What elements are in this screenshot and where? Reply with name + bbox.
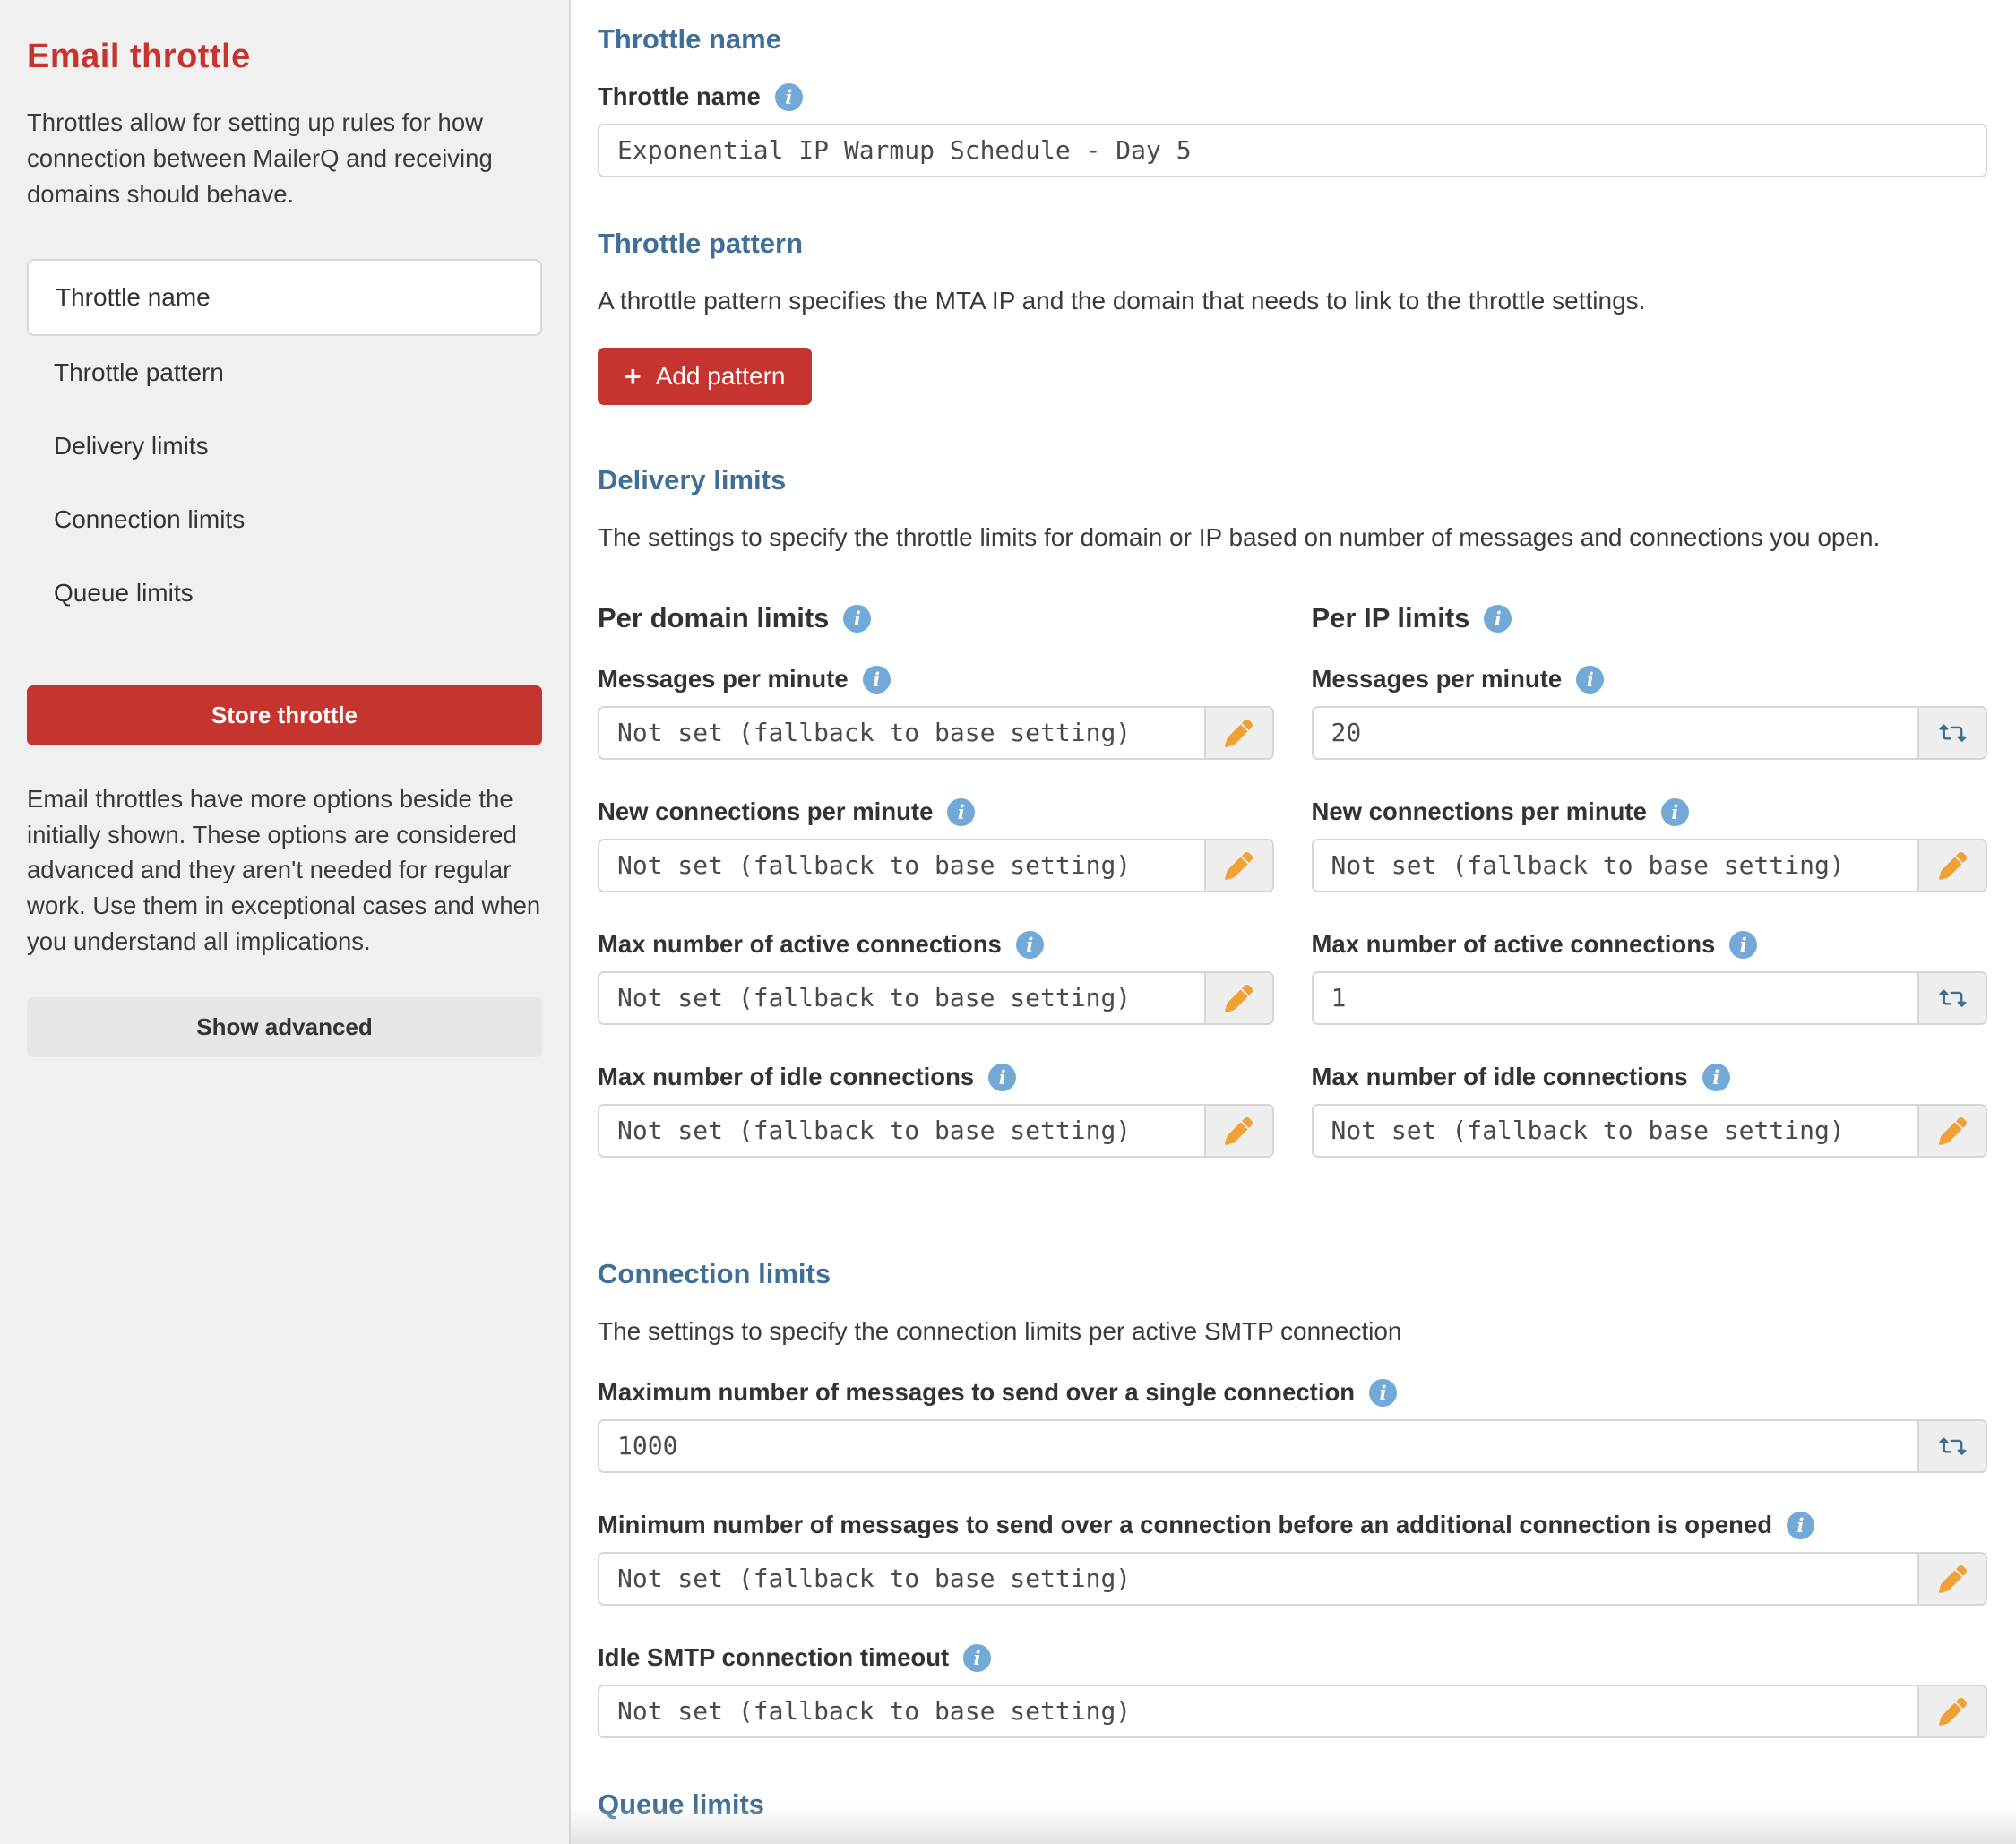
throttle-name-input[interactable] <box>599 125 1986 176</box>
info-icon[interactable]: i <box>774 82 803 111</box>
revert-icon[interactable] <box>1917 973 1986 1023</box>
field-label: Max number of active connections <box>598 930 1002 958</box>
edit-pencil-icon[interactable] <box>1917 1554 1986 1604</box>
per-domain-heading: Per domain limits <box>598 602 830 633</box>
sidebar-nav: Throttle name Throttle pattern Delivery … <box>27 258 542 630</box>
info-icon[interactable]: i <box>1369 1378 1398 1407</box>
field-value: Not set (fallback to base setting) <box>599 840 1204 891</box>
field-label: Messages per minute <box>1311 665 1563 693</box>
per-ip-heading: Per IP limits <box>1311 602 1470 633</box>
field-value[interactable]: 1000 <box>599 1421 1917 1471</box>
sidebar-description: Throttles allow for setting up rules for… <box>27 108 493 208</box>
info-icon[interactable]: i <box>1660 797 1689 826</box>
page-title: Email throttle <box>27 38 251 75</box>
field-value: Not set (fallback to base setting) <box>1313 1106 1917 1156</box>
info-icon[interactable]: i <box>1015 930 1044 959</box>
field-value[interactable]: 1 <box>1313 973 1917 1023</box>
per-ip-column: Per IP limits i Messages per minute i 20 <box>1311 602 1987 1195</box>
add-pattern-button[interactable]: + Add pattern <box>598 348 813 405</box>
info-icon[interactable]: i <box>1576 665 1605 694</box>
store-throttle-button[interactable]: Store throttle <box>27 685 542 745</box>
revert-icon[interactable] <box>1917 708 1986 758</box>
field-ip-max-active-connections: Max number of active connections i 1 <box>1311 930 1987 1025</box>
edit-pencil-icon[interactable] <box>1917 1106 1986 1156</box>
sidebar: Email throttle Throttles allow for setti… <box>0 0 571 1844</box>
edit-pencil-icon[interactable] <box>1917 840 1986 891</box>
main-content: Throttle name Throttle name i Throttle p… <box>571 0 2016 1844</box>
field-value: Not set (fallback to base setting) <box>599 1554 1917 1604</box>
field-domain-messages-per-minute: Messages per minute i Not set (fallback … <box>598 665 1274 760</box>
field-max-messages-single-connection: Maximum number of messages to send over … <box>598 1378 1987 1473</box>
field-domain-new-connections-per-minute: New connections per minute i Not set (fa… <box>598 797 1274 892</box>
field-label: Idle SMTP connection timeout <box>598 1643 950 1671</box>
section-queue-limits: Queue limits The settings to specify the… <box>598 1788 1987 1844</box>
field-label: Messages per minute <box>598 665 849 693</box>
info-icon[interactable]: i <box>988 1063 1017 1091</box>
edit-pencil-icon[interactable] <box>1203 708 1272 758</box>
section-throttle-name: Throttle name Throttle name i <box>598 23 1987 177</box>
field-label: New connections per minute <box>598 797 934 825</box>
field-value[interactable]: 20 <box>1313 708 1917 758</box>
connection-limits-heading: Connection limits <box>598 1258 831 1289</box>
field-idle-smtp-timeout: Idle SMTP connection timeout i Not set (… <box>598 1643 1987 1738</box>
info-icon[interactable]: i <box>1484 604 1512 633</box>
queue-limits-heading: Queue limits <box>598 1788 765 1820</box>
field-value: Not set (fallback to base setting) <box>1313 840 1917 891</box>
add-pattern-label: Add pattern <box>655 362 786 390</box>
section-connection-limits: Connection limits The settings to specif… <box>598 1258 1987 1738</box>
connection-limits-description: The settings to specify the connection l… <box>598 1317 1402 1345</box>
field-ip-max-idle-connections: Max number of idle connections i Not set… <box>1311 1063 1987 1158</box>
info-icon[interactable]: i <box>1787 1511 1815 1539</box>
delivery-limits-description: The settings to specify the throttle lim… <box>598 523 1881 551</box>
info-icon[interactable]: i <box>1729 930 1758 959</box>
field-domain-max-idle-connections: Max number of idle connections i Not set… <box>598 1063 1274 1158</box>
field-label: New connections per minute <box>1311 797 1647 825</box>
delivery-limits-heading: Delivery limits <box>598 464 787 495</box>
field-label: Minimum number of messages to send over … <box>598 1511 1773 1538</box>
show-advanced-button[interactable]: Show advanced <box>27 997 542 1057</box>
edit-pencil-icon[interactable] <box>1203 1106 1272 1156</box>
sidebar-item-throttle-pattern[interactable]: Throttle pattern <box>27 336 542 409</box>
field-value: Not set (fallback to base setting) <box>599 1686 1917 1736</box>
throttle-name-heading: Throttle name <box>598 23 781 55</box>
field-ip-new-connections-per-minute: New connections per minute i Not set (fa… <box>1311 797 1987 892</box>
field-label: Max number of active connections <box>1311 930 1716 958</box>
field-label: Max number of idle connections <box>598 1063 975 1090</box>
info-icon[interactable]: i <box>1702 1063 1730 1091</box>
advanced-note: Email throttles have more options beside… <box>27 784 541 956</box>
sidebar-item-delivery-limits[interactable]: Delivery limits <box>27 409 542 483</box>
throttle-name-label: Throttle name <box>598 82 761 110</box>
section-delivery-limits: Delivery limits The settings to specify … <box>598 464 1987 1195</box>
per-domain-column: Per domain limits i Messages per minute … <box>598 602 1274 1195</box>
field-label: Max number of idle connections <box>1311 1063 1688 1090</box>
info-icon[interactable]: i <box>862 665 891 694</box>
info-icon[interactable]: i <box>843 604 872 633</box>
throttle-pattern-description: A throttle pattern specifies the MTA IP … <box>598 287 1646 315</box>
revert-icon[interactable] <box>1917 1421 1986 1471</box>
field-ip-messages-per-minute: Messages per minute i 20 <box>1311 665 1987 760</box>
field-value: Not set (fallback to base setting) <box>599 708 1204 758</box>
sidebar-item-connection-limits[interactable]: Connection limits <box>27 483 542 556</box>
plus-icon: + <box>625 360 642 392</box>
sidebar-item-queue-limits[interactable]: Queue limits <box>27 556 542 630</box>
info-icon[interactable]: i <box>963 1643 992 1672</box>
field-label: Maximum number of messages to send over … <box>598 1378 1356 1406</box>
sidebar-item-throttle-name[interactable]: Throttle name <box>27 258 542 336</box>
edit-pencil-icon[interactable] <box>1917 1686 1986 1736</box>
delivery-limits-columns: Per domain limits i Messages per minute … <box>598 602 1987 1195</box>
section-throttle-pattern: Throttle pattern A throttle pattern spec… <box>598 228 1987 414</box>
field-domain-max-active-connections: Max number of active connections i Not s… <box>598 930 1274 1025</box>
field-value: Not set (fallback to base setting) <box>599 1106 1204 1156</box>
edit-pencil-icon[interactable] <box>1203 973 1272 1023</box>
field-value: Not set (fallback to base setting) <box>599 973 1204 1023</box>
info-icon[interactable]: i <box>947 797 976 826</box>
edit-pencil-icon[interactable] <box>1203 840 1272 891</box>
throttle-pattern-heading: Throttle pattern <box>598 228 804 259</box>
field-min-messages-before-additional: Minimum number of messages to send over … <box>598 1511 1987 1606</box>
